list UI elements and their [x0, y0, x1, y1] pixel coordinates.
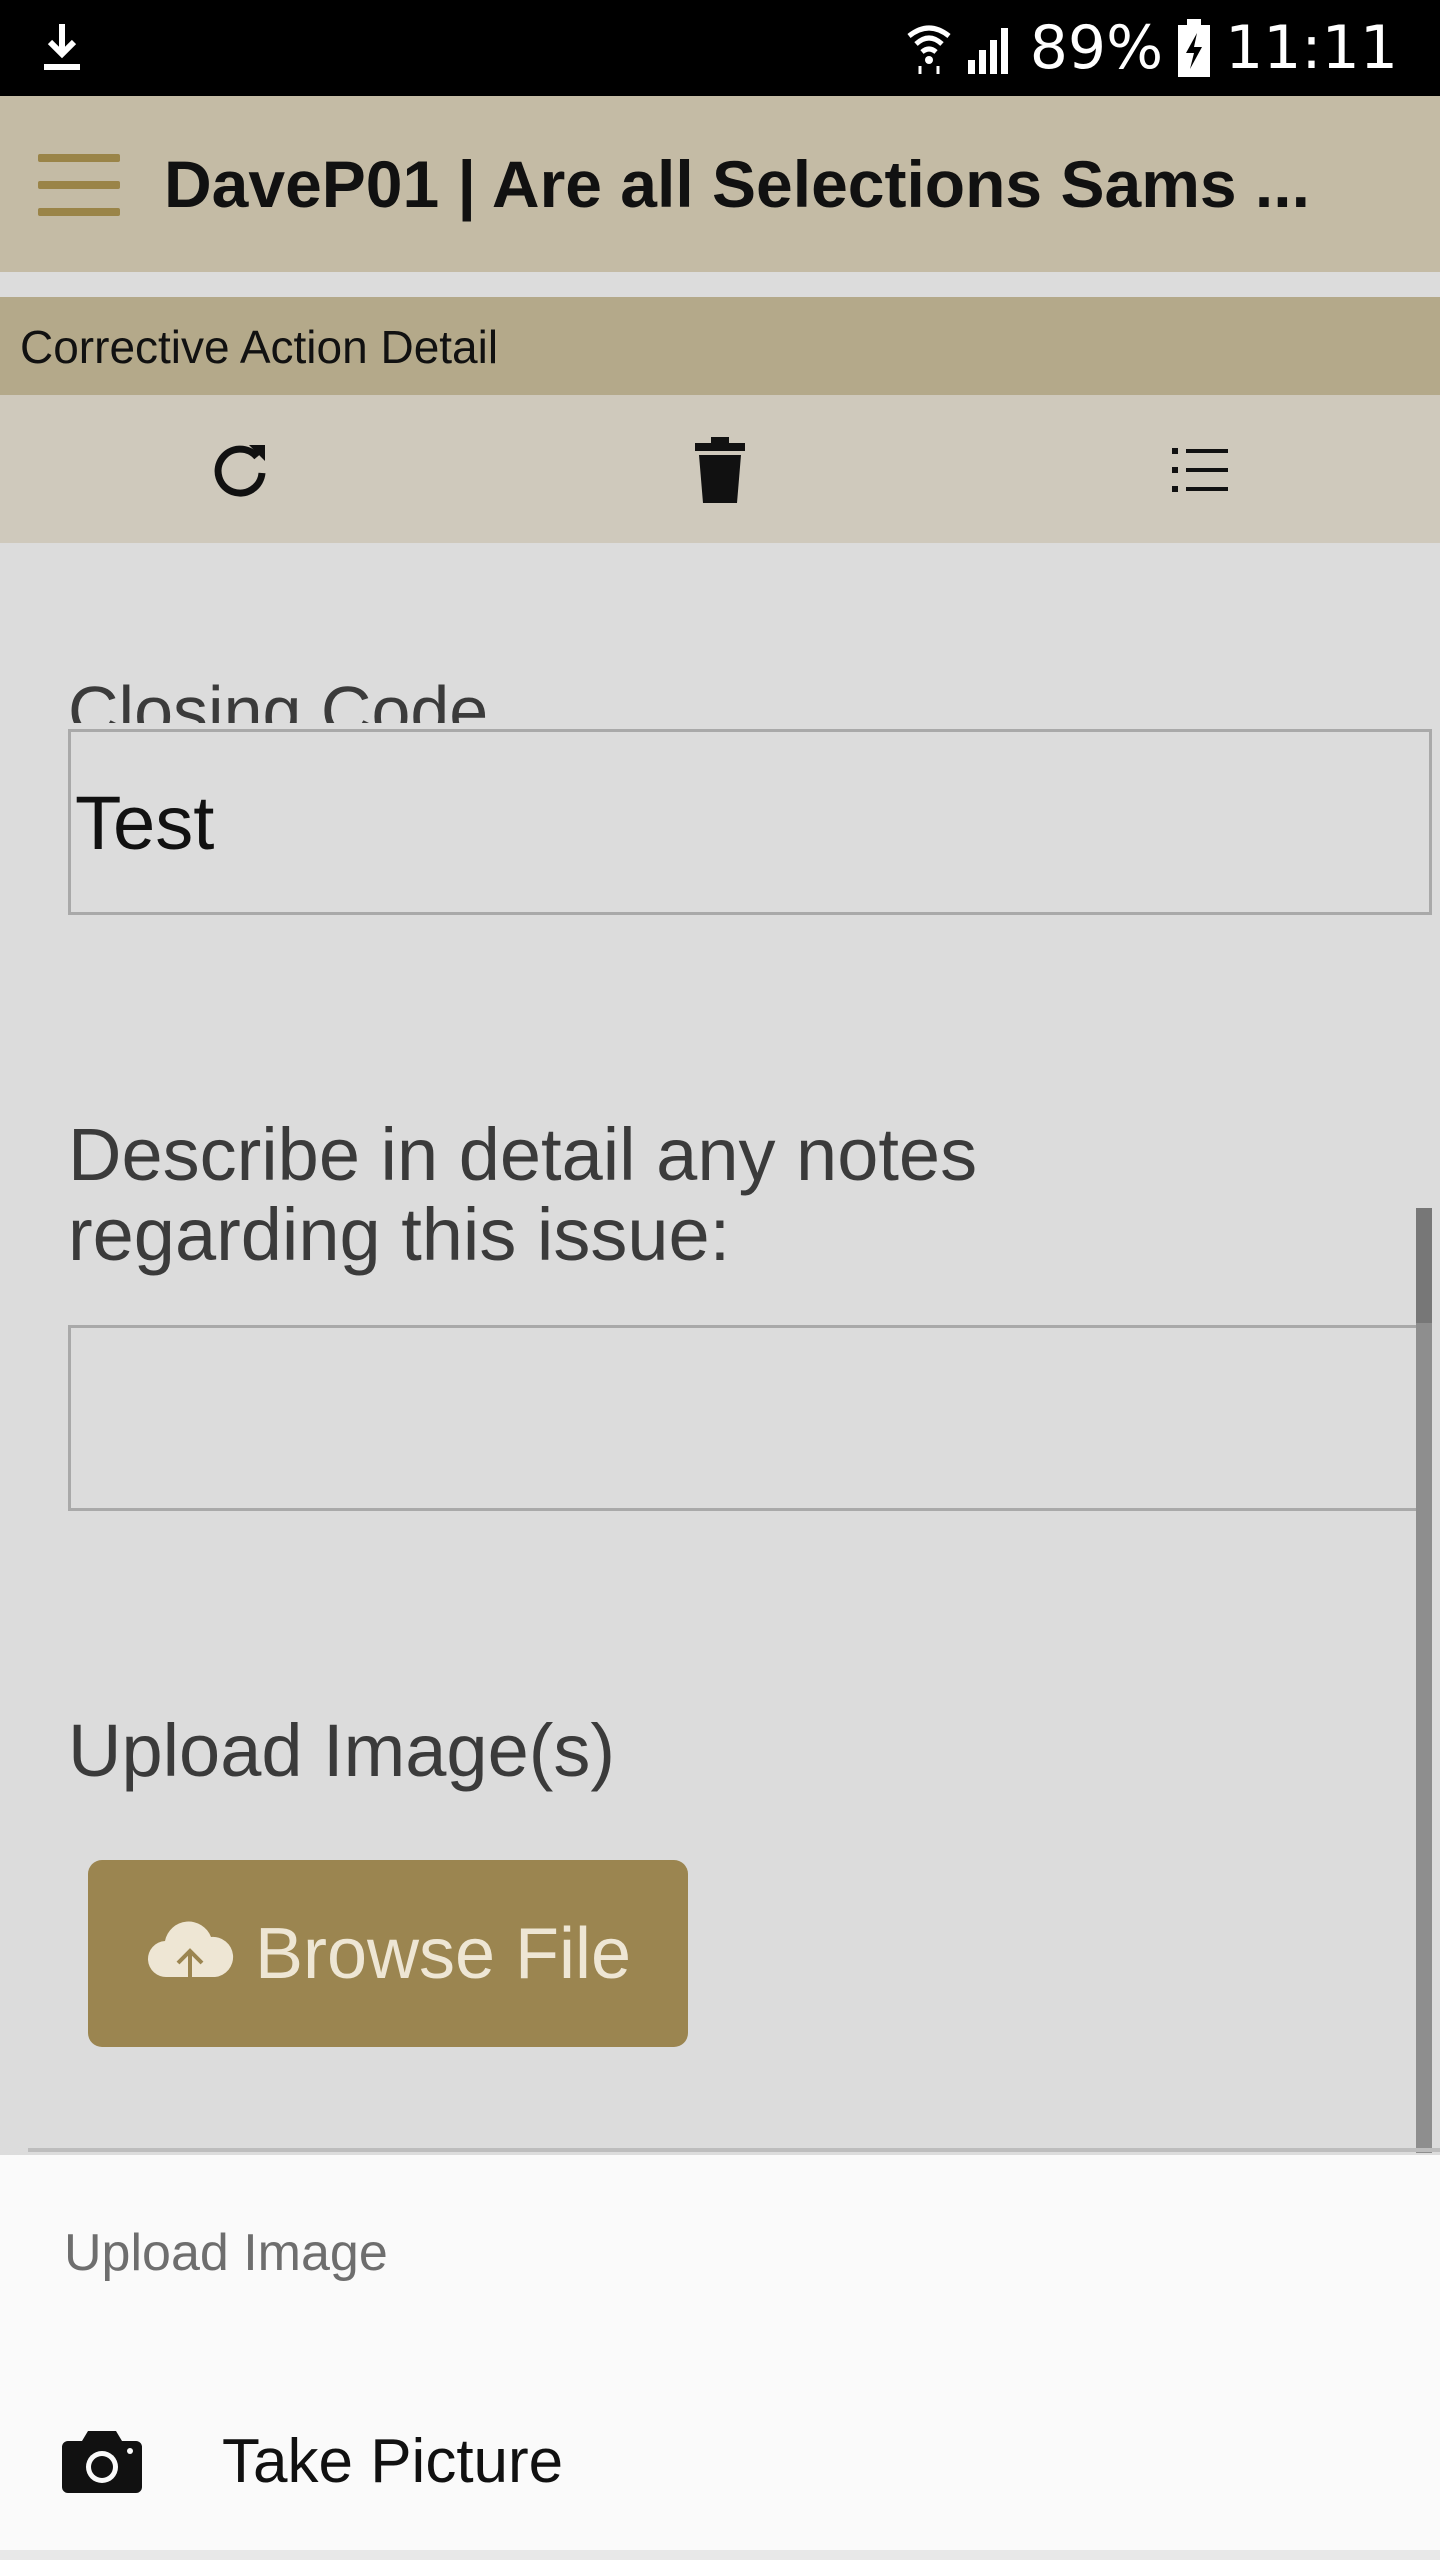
status-icons: 89% 11:11	[906, 0, 1398, 96]
battery-percent: 89%	[1029, 13, 1164, 83]
action-toolbar	[0, 395, 1440, 543]
bottom-edge	[0, 2550, 1440, 2560]
section-header: Corrective Action Detail	[0, 297, 1440, 395]
app-title: DaveP01 | Are all Selections Sams ...	[164, 147, 1310, 221]
signal-icon	[967, 28, 1008, 74]
scrollbar[interactable]	[1416, 1208, 1432, 2153]
sheet-title: Upload Image	[64, 2224, 388, 2282]
form-content: Closing Code Test Describe in detail any…	[0, 543, 1440, 2155]
divider	[28, 2148, 1440, 2152]
closing-code-input[interactable]: Test	[68, 729, 1432, 915]
hamburger-menu-icon[interactable]	[38, 154, 120, 216]
battery-charging-icon	[1178, 19, 1211, 77]
status-bar: 89% 11:11	[0, 0, 1440, 96]
refresh-icon[interactable]	[205, 435, 275, 505]
clock: 11:11	[1225, 13, 1398, 83]
list-icon[interactable]	[1165, 435, 1235, 505]
browse-file-button[interactable]: Browse File	[88, 1860, 688, 2047]
upload-images-label: Upload Image(s)	[68, 1709, 616, 1792]
wifi-icon	[907, 25, 951, 74]
scrollbar-thumb[interactable]	[1416, 1208, 1432, 1323]
notes-input[interactable]	[68, 1325, 1432, 1511]
download-icon	[44, 24, 80, 70]
upload-image-sheet: Upload Image Take Picture	[0, 2155, 1440, 2550]
notes-label: Describe in detail any notes regarding t…	[68, 1113, 978, 1276]
cloud-upload-icon	[147, 1921, 234, 1989]
take-picture-option[interactable]: Take Picture	[0, 2405, 1440, 2515]
screen: 89% 11:11 DaveP01 | Are all Selections S…	[0, 0, 1440, 2560]
closing-code-value: Test	[75, 781, 215, 866]
camera-icon	[62, 2431, 142, 2493]
app-bar: DaveP01 | Are all Selections Sams ...	[0, 96, 1440, 272]
take-picture-label: Take Picture	[222, 2427, 564, 2496]
trash-icon[interactable]	[685, 435, 755, 505]
browse-file-label: Browse File	[254, 1913, 632, 1994]
field-label-partial: Closing Code	[68, 672, 489, 723]
section-title: Corrective Action Detail	[20, 321, 499, 373]
